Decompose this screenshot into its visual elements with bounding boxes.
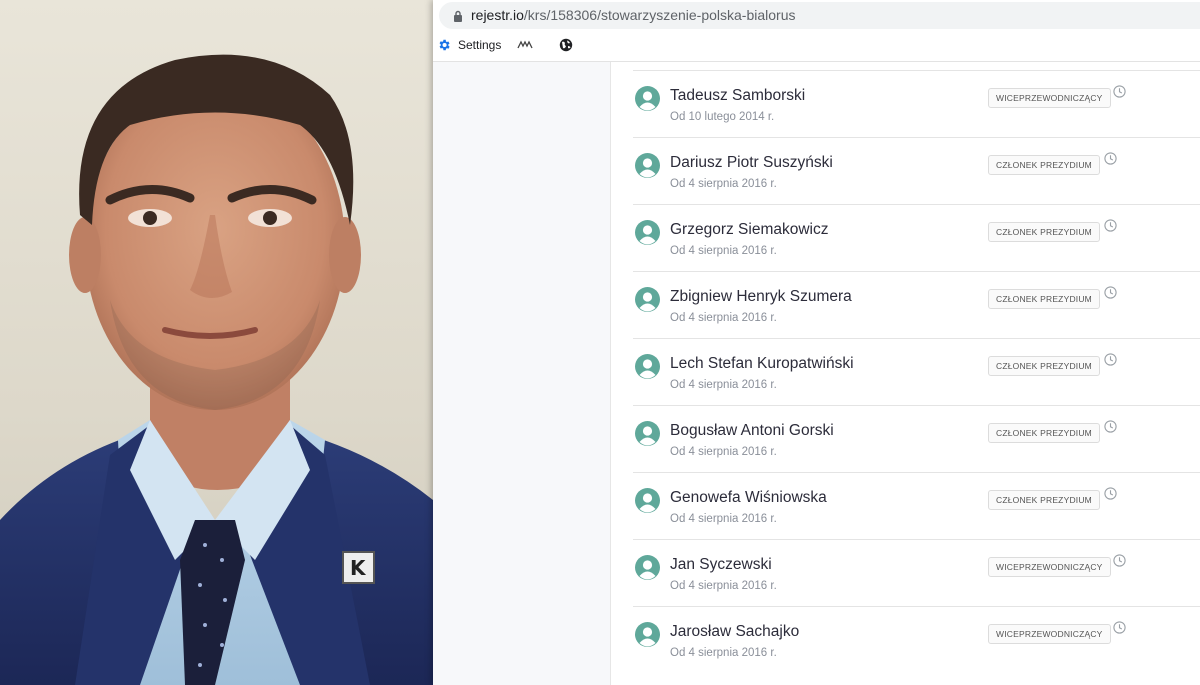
history-clock-icon[interactable] [1104, 152, 1117, 165]
person-row[interactable]: Tadeusz Samborski Od 10 lutego 2014 r. WIC… [633, 70, 1200, 137]
person-name[interactable]: Bogusław Antoni Gorski [670, 422, 834, 440]
url-host: rejestr.io [471, 7, 524, 23]
page-content: Tadeusz Samborski Od 10 lutego 2014 r. WIC… [433, 61, 1200, 685]
avatar-icon [635, 354, 660, 379]
person-since-date: Od 4 sierpnia 2016 r. [670, 647, 777, 659]
extension-icon [517, 40, 533, 49]
person-row[interactable]: Jarosław Sachajko Od 4 sierpnia 2016 r. WI… [633, 606, 1200, 673]
bookmark-settings-label: Settings [458, 38, 502, 52]
person-row[interactable]: Grzegorz Siemakowicz Od 4 sierpnia 2016 r… [633, 204, 1200, 271]
person-since-date: Od 4 sierpnia 2016 r. [670, 178, 777, 190]
person-row[interactable]: Bogusław Antoni Gorski Od 4 sierpnia 2016… [633, 405, 1200, 472]
history-clock-icon[interactable] [1113, 554, 1126, 567]
avatar-icon [635, 86, 660, 111]
role-badge: CZŁONEK PREZYDIUM [988, 356, 1100, 376]
person-since-date: Od 4 sierpnia 2016 r. [670, 580, 777, 592]
portrait-illustration: K [0, 54, 433, 685]
bookmark-settings[interactable]: Settings [437, 35, 501, 55]
left-sidebar [433, 62, 611, 685]
history-clock-icon[interactable] [1113, 85, 1126, 98]
person-row[interactable]: Jan Syczewski Od 4 sierpnia 2016 r. WICEPR… [633, 539, 1200, 606]
person-name[interactable]: Dariusz Piotr Suszyński [670, 154, 833, 172]
role-badge: WICEPRZEWODNICZĄCY [988, 557, 1111, 577]
gear-icon [439, 39, 450, 51]
role-badge: WICEPRZEWODNICZĄCY [988, 88, 1111, 108]
person-since-date: Od 10 lutego 2014 r. [670, 111, 775, 123]
lock-icon [454, 10, 462, 22]
person-since-date: Od 4 sierpnia 2016 r. [670, 513, 777, 525]
history-clock-icon[interactable] [1104, 286, 1117, 299]
person-name[interactable]: Zbigniew Henryk Szumera [670, 288, 852, 306]
avatar-icon [635, 555, 660, 580]
browser-window: rejestr.io/krs/158306/stowarzyszenie-pol… [433, 0, 1200, 685]
address-bar[interactable]: rejestr.io/krs/158306/stowarzyszenie-pol… [439, 2, 1200, 29]
avatar-icon [635, 220, 660, 245]
bookmark-globe[interactable] [559, 35, 573, 55]
person-name[interactable]: Tadeusz Samborski [670, 87, 805, 105]
role-badge: CZŁONEK PREZYDIUM [988, 423, 1100, 443]
bookmarks-bar: Settings [433, 32, 1200, 58]
person-name[interactable]: Genowefa Wiśniowska [670, 489, 827, 507]
role-badge: CZŁONEK PREZYDIUM [988, 289, 1100, 309]
history-clock-icon[interactable] [1104, 487, 1117, 500]
role-badge: CZŁONEK PREZYDIUM [988, 490, 1100, 510]
people-list: Tadeusz Samborski Od 10 lutego 2014 r. WIC… [633, 70, 1200, 673]
role-badge: CZŁONEK PREZYDIUM [988, 222, 1100, 242]
portrait-photo: K [0, 0, 433, 685]
globe-icon [559, 38, 573, 52]
person-since-date: Od 4 sierpnia 2016 r. [670, 379, 777, 391]
avatar-icon [635, 622, 660, 647]
person-row[interactable]: Lech Stefan Kuropatwiński Od 4 sierpnia 2… [633, 338, 1200, 405]
bookmark-extension[interactable] [517, 35, 533, 55]
svg-text:K: K [350, 556, 367, 580]
person-row[interactable]: Genowefa Wiśniowska Od 4 sierpnia 2016 r.… [633, 472, 1200, 539]
person-row[interactable]: Dariusz Piotr Suszyński Od 4 sierpnia 201… [633, 137, 1200, 204]
url-text: rejestr.io/krs/158306/stowarzyszenie-pol… [471, 7, 796, 23]
role-badge: WICEPRZEWODNICZĄCY [988, 624, 1111, 644]
person-name[interactable]: Grzegorz Siemakowicz [670, 221, 829, 239]
person-since-date: Od 4 sierpnia 2016 r. [670, 446, 777, 458]
avatar-icon [635, 153, 660, 178]
person-since-date: Od 4 sierpnia 2016 r. [670, 245, 777, 257]
role-badge: CZŁONEK PREZYDIUM [988, 155, 1100, 175]
person-row[interactable]: Zbigniew Henryk Szumera Od 4 sierpnia 201… [633, 271, 1200, 338]
history-clock-icon[interactable] [1104, 420, 1117, 433]
avatar-icon [635, 421, 660, 446]
history-clock-icon[interactable] [1104, 353, 1117, 366]
history-clock-icon[interactable] [1104, 219, 1117, 232]
history-clock-icon[interactable] [1113, 621, 1126, 634]
avatar-icon [635, 488, 660, 513]
avatar-icon [635, 287, 660, 312]
person-since-date: Od 4 sierpnia 2016 r. [670, 312, 777, 324]
url-path: /krs/158306/stowarzyszenie-polska-bialor… [523, 7, 796, 23]
person-name[interactable]: Jan Syczewski [670, 556, 772, 574]
person-name[interactable]: Lech Stefan Kuropatwiński [670, 355, 854, 373]
person-name[interactable]: Jarosław Sachajko [670, 623, 799, 641]
